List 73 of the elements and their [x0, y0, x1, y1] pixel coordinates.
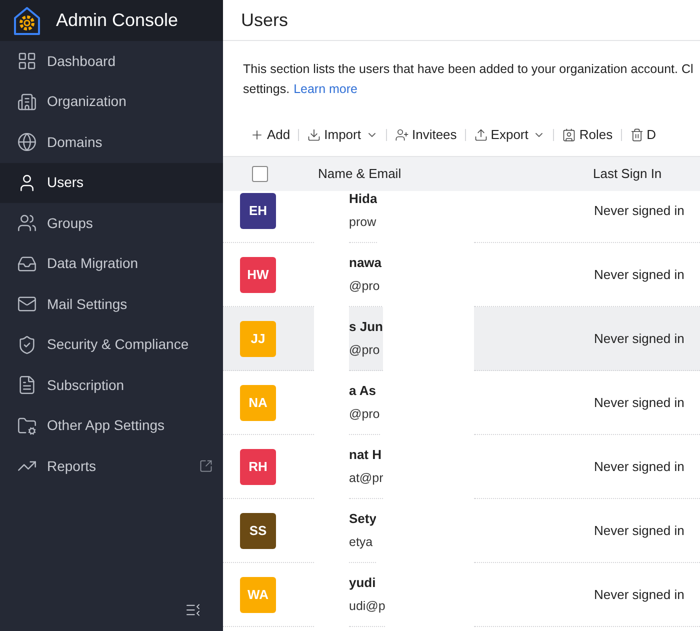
building-icon — [17, 92, 37, 112]
learn-more-link[interactable]: Learn more — [294, 79, 358, 99]
user-name: Hida — [349, 191, 378, 208]
sidebar-item[interactable]: Mail Settings — [0, 284, 223, 324]
user-email: prow — [349, 214, 378, 231]
document-icon — [17, 375, 37, 396]
sidebar-item[interactable]: Subscription — [0, 365, 223, 406]
sidebar-item[interactable]: Data Migration — [0, 244, 223, 284]
trash-icon — [630, 128, 644, 142]
user-name: nat H — [349, 446, 382, 464]
description-text: This section lists the users that have been added to your organization account. Cl — [243, 61, 694, 78]
user-email: udi@p — [349, 598, 386, 615]
table-row[interactable]: EH Hida prow Never signed in — [223, 191, 700, 243]
user-avatar: HW — [240, 256, 276, 292]
user-name: a As — [349, 382, 377, 400]
last-sign-in-text: Never signed in — [594, 266, 684, 284]
last-sign-in-text: Never signed in — [594, 330, 684, 348]
logo-icon — [12, 4, 42, 36]
user-name: nawa — [349, 254, 382, 272]
folder-gear-icon — [17, 416, 37, 436]
last-sign-in-text: Never signed in — [594, 394, 684, 412]
group-icon — [17, 213, 37, 234]
user-email: @pro — [349, 278, 381, 295]
user-email: @pro — [349, 342, 381, 359]
toolbar-button[interactable]: Export — [474, 125, 546, 145]
user-name: s Jun — [349, 318, 383, 336]
inbox-icon — [17, 254, 37, 274]
plus-icon — [250, 128, 264, 142]
contact-card-icon — [562, 128, 576, 142]
description-text: settings. — [243, 81, 290, 98]
dashboard-icon — [17, 51, 37, 72]
sidebar-item[interactable]: Groups — [0, 203, 223, 244]
toolbar-button[interactable]: Import — [307, 125, 378, 145]
last-sign-in-text: Never signed in — [594, 202, 684, 220]
import-icon — [307, 128, 322, 142]
user-avatar: EH — [240, 192, 276, 228]
table-row[interactable]: JJ s Jun @pro Never signed in — [223, 307, 700, 371]
globe-icon — [17, 132, 37, 152]
app-title: Admin Console — [56, 9, 178, 32]
sidebar-item[interactable]: Reports — [0, 446, 223, 486]
export-icon — [474, 128, 488, 142]
toolbar-button[interactable]: Roles — [562, 125, 613, 145]
external-link-icon[interactable] — [199, 459, 213, 474]
sidebar-item[interactable]: Dashboard — [0, 41, 223, 82]
user-avatar: RH — [240, 448, 276, 484]
user-avatar: JJ — [240, 320, 276, 356]
user-avatar: NA — [240, 384, 276, 420]
sidebar-item[interactable]: Other App Settings — [0, 406, 223, 446]
user-email: etya — [349, 534, 374, 551]
user-avatar: SS — [240, 512, 276, 548]
user-plus-icon — [394, 128, 409, 142]
column-header[interactable]: Name & Email — [318, 164, 593, 184]
toolbar-button[interactable]: Add — [250, 125, 290, 145]
user-email: @pro — [349, 406, 380, 423]
user-email: at@pr — [349, 470, 384, 487]
sidebar-item[interactable]: Organization — [0, 82, 223, 122]
last-sign-in-text: Never signed in — [594, 586, 684, 604]
page-title: Users — [241, 8, 288, 32]
mail-icon — [17, 294, 37, 314]
sidebar-item[interactable]: Domains — [0, 122, 223, 162]
column-header[interactable]: Last Sign In — [593, 164, 662, 184]
toolbar-button[interactable]: Invitees — [394, 125, 457, 145]
last-sign-in-text: Never signed in — [594, 458, 684, 476]
sidebar-item[interactable]: Security & Compliance — [0, 324, 223, 365]
toolbar-button[interactable]: D — [630, 125, 656, 145]
user-avatar: WA — [240, 576, 276, 612]
last-sign-in-text: Never signed in — [594, 522, 684, 540]
sidebar-item[interactable]: Users — [0, 162, 223, 203]
collapse-sidebar-icon[interactable] — [185, 602, 201, 618]
user-name: Sety — [349, 510, 376, 528]
select-all-checkbox[interactable] — [252, 166, 268, 182]
shield-icon — [17, 334, 37, 355]
user-name: yudi — [349, 574, 377, 592]
